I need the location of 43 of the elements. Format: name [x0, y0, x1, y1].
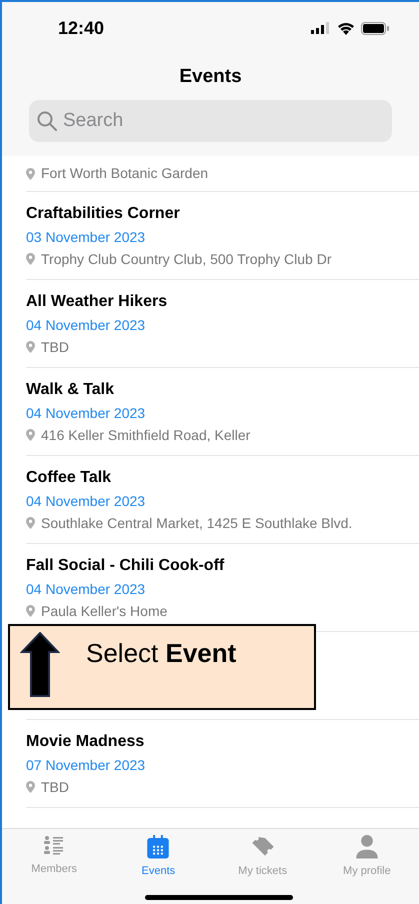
event-title: All Weather Hikers: [26, 292, 168, 312]
event-location: Trophy Club Country Club, 500 Trophy Club Dr: [41, 250, 332, 268]
tab-bar-item[interactable]: My tickets: [210, 835, 315, 879]
event-location: Southlake Central Market, 1425 E Southlake Blvd.: [41, 514, 352, 532]
page-title: Events: [179, 64, 242, 89]
location-pin-icon: [26, 780, 35, 792]
location-pin-icon: [26, 428, 35, 440]
event-title: Fall Social - Chili Cook-off: [26, 556, 226, 576]
search-icon: [37, 111, 57, 131]
calendar-icon: [147, 835, 170, 858]
event-date: 07 November 2023: [26, 756, 146, 774]
location-pin-icon: [26, 168, 35, 180]
location-pin-icon: [26, 340, 35, 352]
event-title: Craftabilities Corner: [26, 204, 181, 224]
tab-bar-item[interactable]: Members: [2, 835, 106, 879]
location-pin-icon: [26, 252, 35, 264]
event-date: 03 November 2023: [26, 228, 146, 246]
event-location: 416 Keller Smithfield Road, Keller: [41, 426, 250, 444]
wifi-icon: [337, 22, 355, 34]
status-time: 12:40: [58, 16, 104, 40]
ticket-icon: [250, 835, 275, 858]
event-location: TBD: [41, 778, 69, 796]
event-location: Fort Worth Botanic Garden: [41, 164, 208, 183]
tab-bar-item[interactable]: My profile: [314, 835, 419, 879]
callout-text: Select Event: [86, 637, 236, 670]
event-title: Movie Madness: [26, 732, 146, 752]
event-location: Paula Keller's Home: [41, 602, 168, 620]
event-date: 04 November 2023: [26, 404, 146, 422]
tab-bar-item[interactable]: Events: [106, 835, 210, 879]
event-title: Coffee Talk: [26, 468, 112, 488]
person-icon: [356, 835, 378, 858]
up-arrow-icon: [20, 632, 60, 698]
location-pin-icon: [26, 604, 35, 616]
people-list-icon: [43, 835, 66, 857]
location-pin-icon: [26, 516, 35, 528]
event-date: 04 November 2023: [26, 492, 146, 510]
battery-icon: [361, 22, 389, 34]
event-location: TBD: [41, 338, 69, 356]
signal-icon: [311, 22, 331, 34]
event-date: 04 November 2023: [26, 316, 146, 334]
event-title: Walk & Talk: [26, 380, 116, 400]
event-date: 04 November 2023: [26, 580, 146, 598]
search-field[interactable]: Search: [29, 100, 392, 142]
